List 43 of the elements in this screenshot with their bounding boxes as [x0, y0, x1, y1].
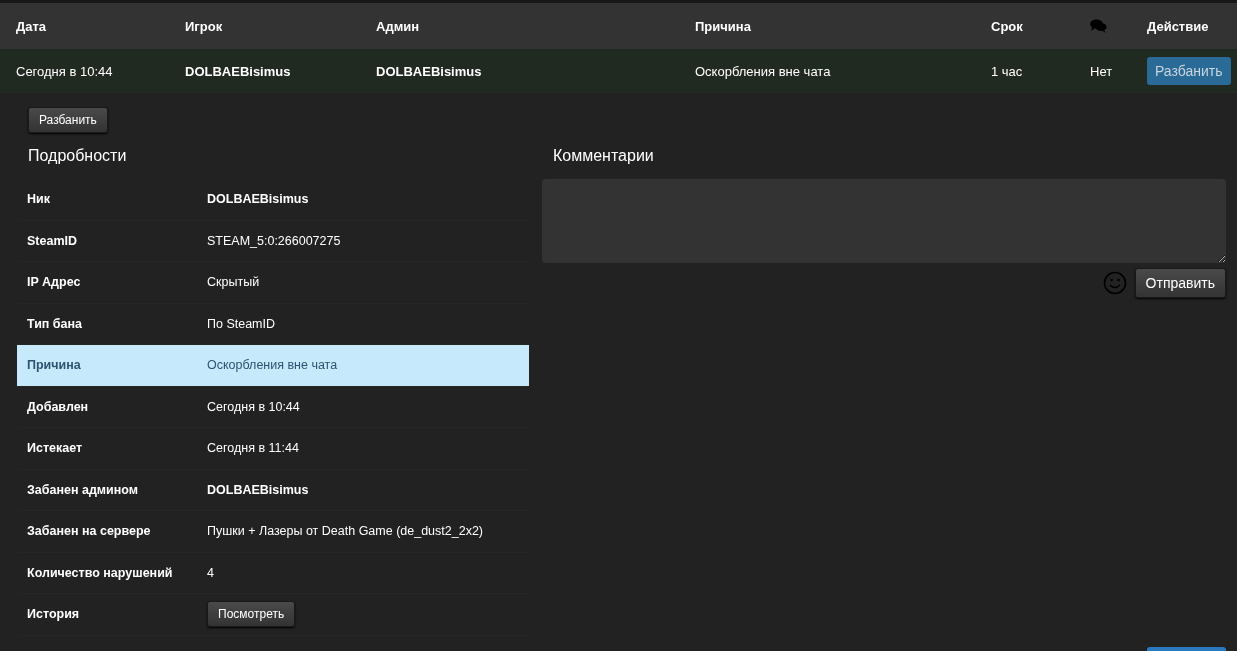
- view-button[interactable]: Посмотреть: [207, 601, 296, 628]
- column-header: Срок: [991, 18, 1023, 34]
- detail-label: Забанен админом: [27, 482, 140, 497]
- smiley-icon[interactable]: [1102, 271, 1127, 295]
- detail-label: Забанен на сервере: [27, 524, 152, 539]
- detail-value: DOLBAEBisimus: [207, 192, 310, 207]
- column-header: Админ: [376, 18, 420, 34]
- detail-label: SteamID: [27, 233, 79, 248]
- detail-value: 4: [207, 565, 215, 580]
- table-cell: Нет: [1090, 63, 1113, 79]
- table-cell: Сегодня в 10:44: [16, 63, 113, 79]
- chat-bubbles-icon: [1090, 19, 1107, 33]
- unban-button[interactable]: Разбанить: [1147, 57, 1231, 85]
- detail-label: Добавлен: [27, 399, 90, 414]
- detail-value: Оскорбления вне чата: [207, 358, 339, 373]
- column-header: Действие: [1147, 18, 1209, 34]
- table-cell: 1 час: [991, 63, 1023, 79]
- button-edge[interactable]: [1147, 647, 1226, 651]
- detail-value: Пушки + Лазеры от Death Game (de_dust2_2x2): [207, 524, 484, 539]
- detail-value: Сегодня в 11:44: [207, 441, 300, 456]
- detail-value: STEAM_5:0:266007275: [207, 233, 342, 248]
- detail-label: Тип бана: [27, 316, 84, 331]
- unban-button[interactable]: Разбанить: [28, 107, 108, 133]
- detail-label: Количество нарушений: [27, 565, 174, 580]
- detail-label: Истекает: [27, 441, 84, 456]
- detail-label: Ник: [27, 192, 51, 207]
- section-title: Комментарии: [552, 146, 655, 166]
- detail-label: История: [27, 607, 81, 622]
- column-header: Игрок: [185, 18, 223, 34]
- detail-value: Скрытый: [207, 275, 261, 290]
- column-header: Причина: [695, 18, 751, 34]
- table-cell: Оскорбления вне чата: [695, 63, 831, 79]
- detail-label: IP Адрес: [27, 275, 82, 290]
- detail-label: Причина: [27, 358, 82, 373]
- detail-value: Сегодня в 10:44: [207, 399, 301, 414]
- send-button[interactable]: Отправить: [1134, 268, 1226, 298]
- detail-value: По SteamID: [207, 316, 277, 331]
- comment-field[interactable]: [542, 179, 1226, 263]
- table-cell: DOLBAEBisimus: [376, 63, 482, 79]
- section-title: Подробности: [27, 146, 128, 166]
- column-header: Дата: [16, 18, 47, 34]
- table-cell: DOLBAEBisimus: [185, 63, 291, 79]
- detail-value: DOLBAEBisimus: [207, 482, 310, 497]
